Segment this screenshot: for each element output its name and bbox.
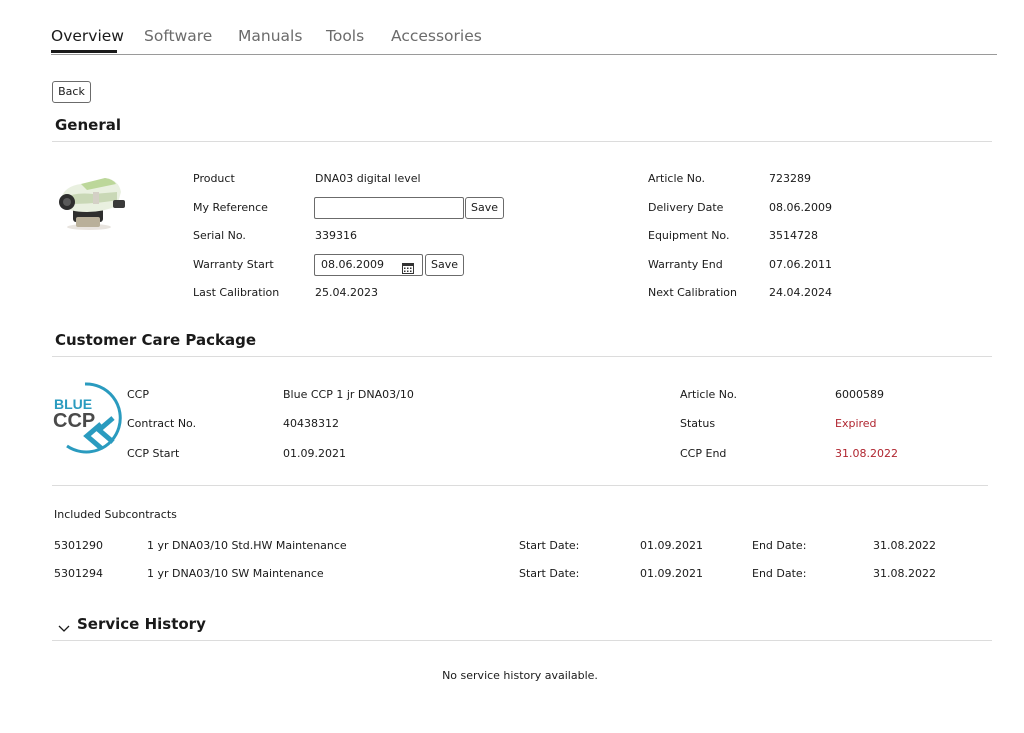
status-label: Status <box>680 417 716 430</box>
general-section-title: General <box>55 116 121 134</box>
my-reference-label: My Reference <box>193 201 268 214</box>
chevron-down-icon[interactable] <box>58 619 70 638</box>
subcontracts-divider <box>52 485 988 486</box>
last-calibration-label: Last Calibration <box>193 286 280 299</box>
logo-text-ccp: CCP <box>53 410 95 432</box>
tab-bar: Overview Software Manuals Tools Accessor… <box>51 26 997 55</box>
subcontract-id: 5301294 <box>54 567 103 580</box>
contract-value: 40438312 <box>283 417 339 430</box>
serial-value: 339316 <box>315 229 357 242</box>
product-value: DNA03 digital level <box>315 172 421 185</box>
next-calibration-value: 24.04.2024 <box>769 286 832 299</box>
ccp-start-value: 01.09.2021 <box>283 447 346 460</box>
article-value: 723289 <box>769 172 811 185</box>
tab-tools[interactable]: Tools <box>326 26 364 46</box>
subcontract-start-label: Start Date: <box>519 567 580 580</box>
equipment-value: 3514728 <box>769 229 818 242</box>
warranty-start-save-button[interactable]: Save <box>425 254 464 276</box>
my-reference-input[interactable] <box>314 197 464 219</box>
warranty-start-date-value: 08.06.2009 <box>321 258 384 271</box>
equipment-label: Equipment No. <box>648 229 730 242</box>
subcontract-desc: 1 yr DNA03/10 Std.HW Maintenance <box>147 539 347 552</box>
subcontract-end-label: End Date: <box>752 539 807 552</box>
service-history-empty-message: No service history available. <box>442 669 598 682</box>
subcontract-start-value: 01.09.2021 <box>640 539 703 552</box>
tab-manuals[interactable]: Manuals <box>238 26 302 46</box>
ccp-end-label: CCP End <box>680 447 727 460</box>
included-subcontracts-label: Included Subcontracts <box>54 508 177 521</box>
subcontract-end-value: 31.08.2022 <box>873 539 936 552</box>
ccp-section-title: Customer Care Package <box>55 331 257 349</box>
general-divider <box>52 141 992 142</box>
subcontract-desc: 1 yr DNA03/10 SW Maintenance <box>147 567 324 580</box>
calendar-icon[interactable] <box>402 259 414 278</box>
service-history-title[interactable]: Service History <box>77 614 206 634</box>
back-button[interactable]: Back <box>52 81 91 103</box>
delivery-date-value: 08.06.2009 <box>769 201 832 214</box>
tab-software[interactable]: Software <box>144 26 212 46</box>
serial-label: Serial No. <box>193 229 246 242</box>
ccp-article-label: Article No. <box>680 388 738 401</box>
ccp-end-value: 31.08.2022 <box>835 447 898 460</box>
subcontract-start-value: 01.09.2021 <box>640 567 703 580</box>
next-calibration-label: Next Calibration <box>648 286 737 299</box>
subcontract-start-label: Start Date: <box>519 539 580 552</box>
subcontract-end-label: End Date: <box>752 567 807 580</box>
blue-ccp-logo: BLUE CCP <box>53 380 125 454</box>
last-calibration-value: 25.04.2023 <box>315 286 378 299</box>
delivery-date-label: Delivery Date <box>648 201 724 214</box>
warranty-end-value: 07.06.2011 <box>769 258 832 271</box>
product-image <box>53 172 127 232</box>
ccp-label: CCP <box>127 388 149 401</box>
warranty-end-label: Warranty End <box>648 258 723 271</box>
ccp-article-value: 6000589 <box>835 388 884 401</box>
contract-label: Contract No. <box>127 417 197 430</box>
ccp-start-label: CCP Start <box>127 447 180 460</box>
ccp-divider <box>52 356 992 357</box>
subcontract-end-value: 31.08.2022 <box>873 567 936 580</box>
tab-overview[interactable]: Overview <box>51 26 124 46</box>
my-reference-save-button[interactable]: Save <box>465 197 504 219</box>
service-history-divider <box>52 640 992 641</box>
warranty-start-date-input[interactable]: 08.06.2009 <box>314 254 423 276</box>
status-value: Expired <box>835 417 877 430</box>
ccp-value: Blue CCP 1 jr DNA03/10 <box>283 388 414 401</box>
active-tab-indicator <box>51 50 117 53</box>
article-label: Article No. <box>648 172 706 185</box>
subcontract-id: 5301290 <box>54 539 103 552</box>
warranty-start-label: Warranty Start <box>193 258 274 271</box>
tab-accessories[interactable]: Accessories <box>391 26 482 46</box>
product-label: Product <box>193 172 235 185</box>
